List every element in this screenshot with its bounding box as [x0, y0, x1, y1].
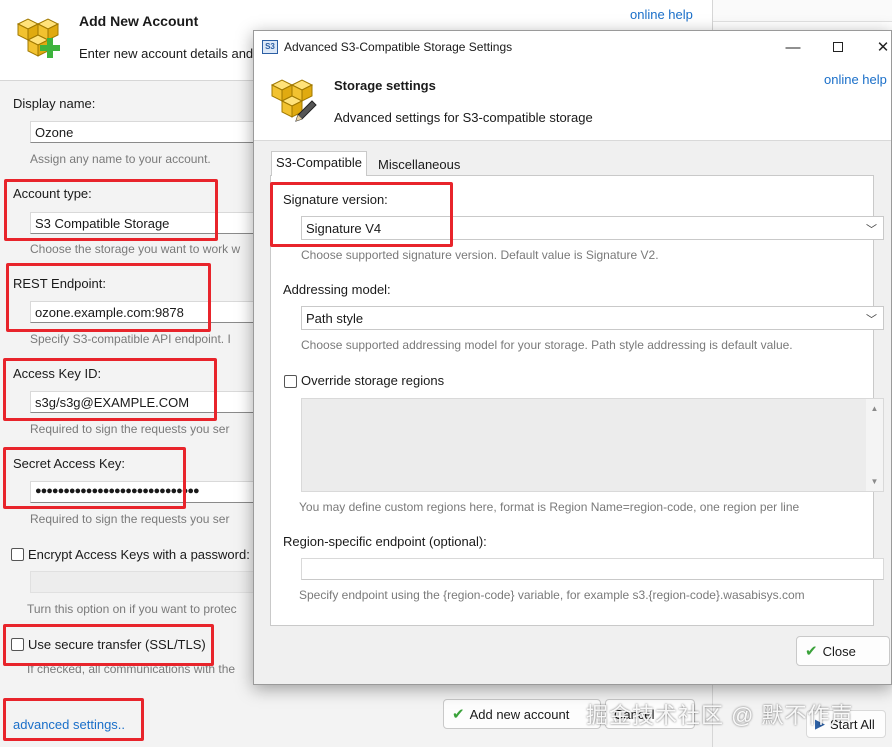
override-regions-checkbox[interactable] [284, 375, 297, 388]
highlight-secret-key [3, 447, 186, 509]
watermark-text: 掘金技术社区 @ 默不作声 [586, 703, 854, 728]
secret-key-hint: Required to sign the requests you ser [30, 512, 230, 526]
addressing-model-label: Addressing model: [283, 282, 391, 297]
add-new-account-button[interactable]: ✔ Add new account [443, 699, 601, 729]
dialog-titlebar: S3 Advanced S3-Compatible Storage Settin… [254, 31, 891, 63]
online-help-link[interactable]: online help [630, 7, 693, 22]
tab-s3-compatible[interactable]: S3-Compatible [271, 151, 367, 176]
close-button-label: Close [822, 643, 856, 659]
highlight-access-key [3, 358, 217, 421]
display-name-input[interactable]: Ozone [30, 121, 260, 143]
minimize-icon[interactable]: — [778, 35, 808, 59]
addressing-model-value: Path style [306, 311, 364, 326]
highlight-account-type [4, 179, 218, 241]
dialog-title: Advanced S3-Compatible Storage Settings [284, 40, 513, 54]
encrypt-password-input[interactable] [30, 571, 260, 593]
override-regions-hint: You may define custom regions here, form… [299, 500, 800, 514]
advanced-settings-dialog: S3 Advanced S3-Compatible Storage Settin… [253, 30, 892, 685]
addressing-model-hint: Choose supported addressing model for yo… [301, 338, 793, 352]
scroll-down-icon[interactable]: ▼ [866, 477, 883, 486]
storage-settings-subtitle: Advanced settings for S3-compatible stor… [334, 110, 593, 125]
chevron-down-icon: ﹀ [866, 224, 877, 236]
chevron-down-icon: ﹀ [866, 314, 877, 326]
right-pane-strip [713, 0, 892, 22]
account-type-hint: Choose the storage you want to work w [30, 242, 241, 256]
encrypt-keys-checkbox[interactable] [11, 548, 24, 561]
display-name-hint: Assign any name to your account. [30, 152, 211, 166]
dialog-online-help-link[interactable]: online help [824, 72, 887, 87]
rest-endpoint-hint: Specify S3-compatible API endpoint. I [30, 332, 231, 346]
regions-scrollbar[interactable]: ▲ ▼ [866, 399, 883, 491]
add-account-subtitle: Enter new account details and [79, 46, 254, 61]
override-regions-label: Override storage regions [301, 373, 445, 388]
region-endpoint-hint: Specify endpoint using the {region-code}… [299, 588, 805, 602]
check-icon: ✔ [805, 643, 818, 660]
region-endpoint-label: Region-specific endpoint (optional): [283, 534, 487, 549]
highlight-rest-endpoint [6, 263, 211, 332]
highlight-advanced-settings [3, 698, 144, 741]
access-key-hint: Required to sign the requests you ser [30, 422, 230, 436]
storage-cubes-add-icon [16, 18, 60, 58]
highlight-signature-version [270, 182, 453, 247]
dialog-header: Storage settings Advanced settings for S… [254, 63, 891, 141]
encrypt-keys-label: Encrypt Access Keys with a password: [28, 547, 250, 562]
close-button[interactable]: ✔ Close [796, 636, 890, 666]
addressing-model-select[interactable]: Path style ﹀ [301, 306, 884, 330]
signature-version-hint: Choose supported signature version. Defa… [301, 248, 659, 262]
regions-textarea[interactable]: ▲ ▼ [301, 398, 884, 492]
add-account-title: Add New Account [79, 13, 199, 29]
encrypt-hint: Turn this option on if you want to prote… [27, 602, 237, 616]
add-new-account-label: Add new account [469, 706, 570, 722]
region-endpoint-input[interactable] [301, 558, 884, 580]
display-name-label: Display name: [13, 96, 96, 111]
storage-settings-title: Storage settings [334, 78, 436, 93]
s3-app-icon: S3 [262, 40, 278, 54]
scroll-up-icon[interactable]: ▲ [866, 404, 883, 413]
check-icon: ✔ [452, 706, 465, 723]
maximize-icon[interactable] [823, 35, 853, 59]
highlight-ssl [3, 624, 214, 666]
close-icon[interactable]: ✕ [868, 35, 892, 59]
storage-cubes-edit-icon [270, 79, 317, 122]
